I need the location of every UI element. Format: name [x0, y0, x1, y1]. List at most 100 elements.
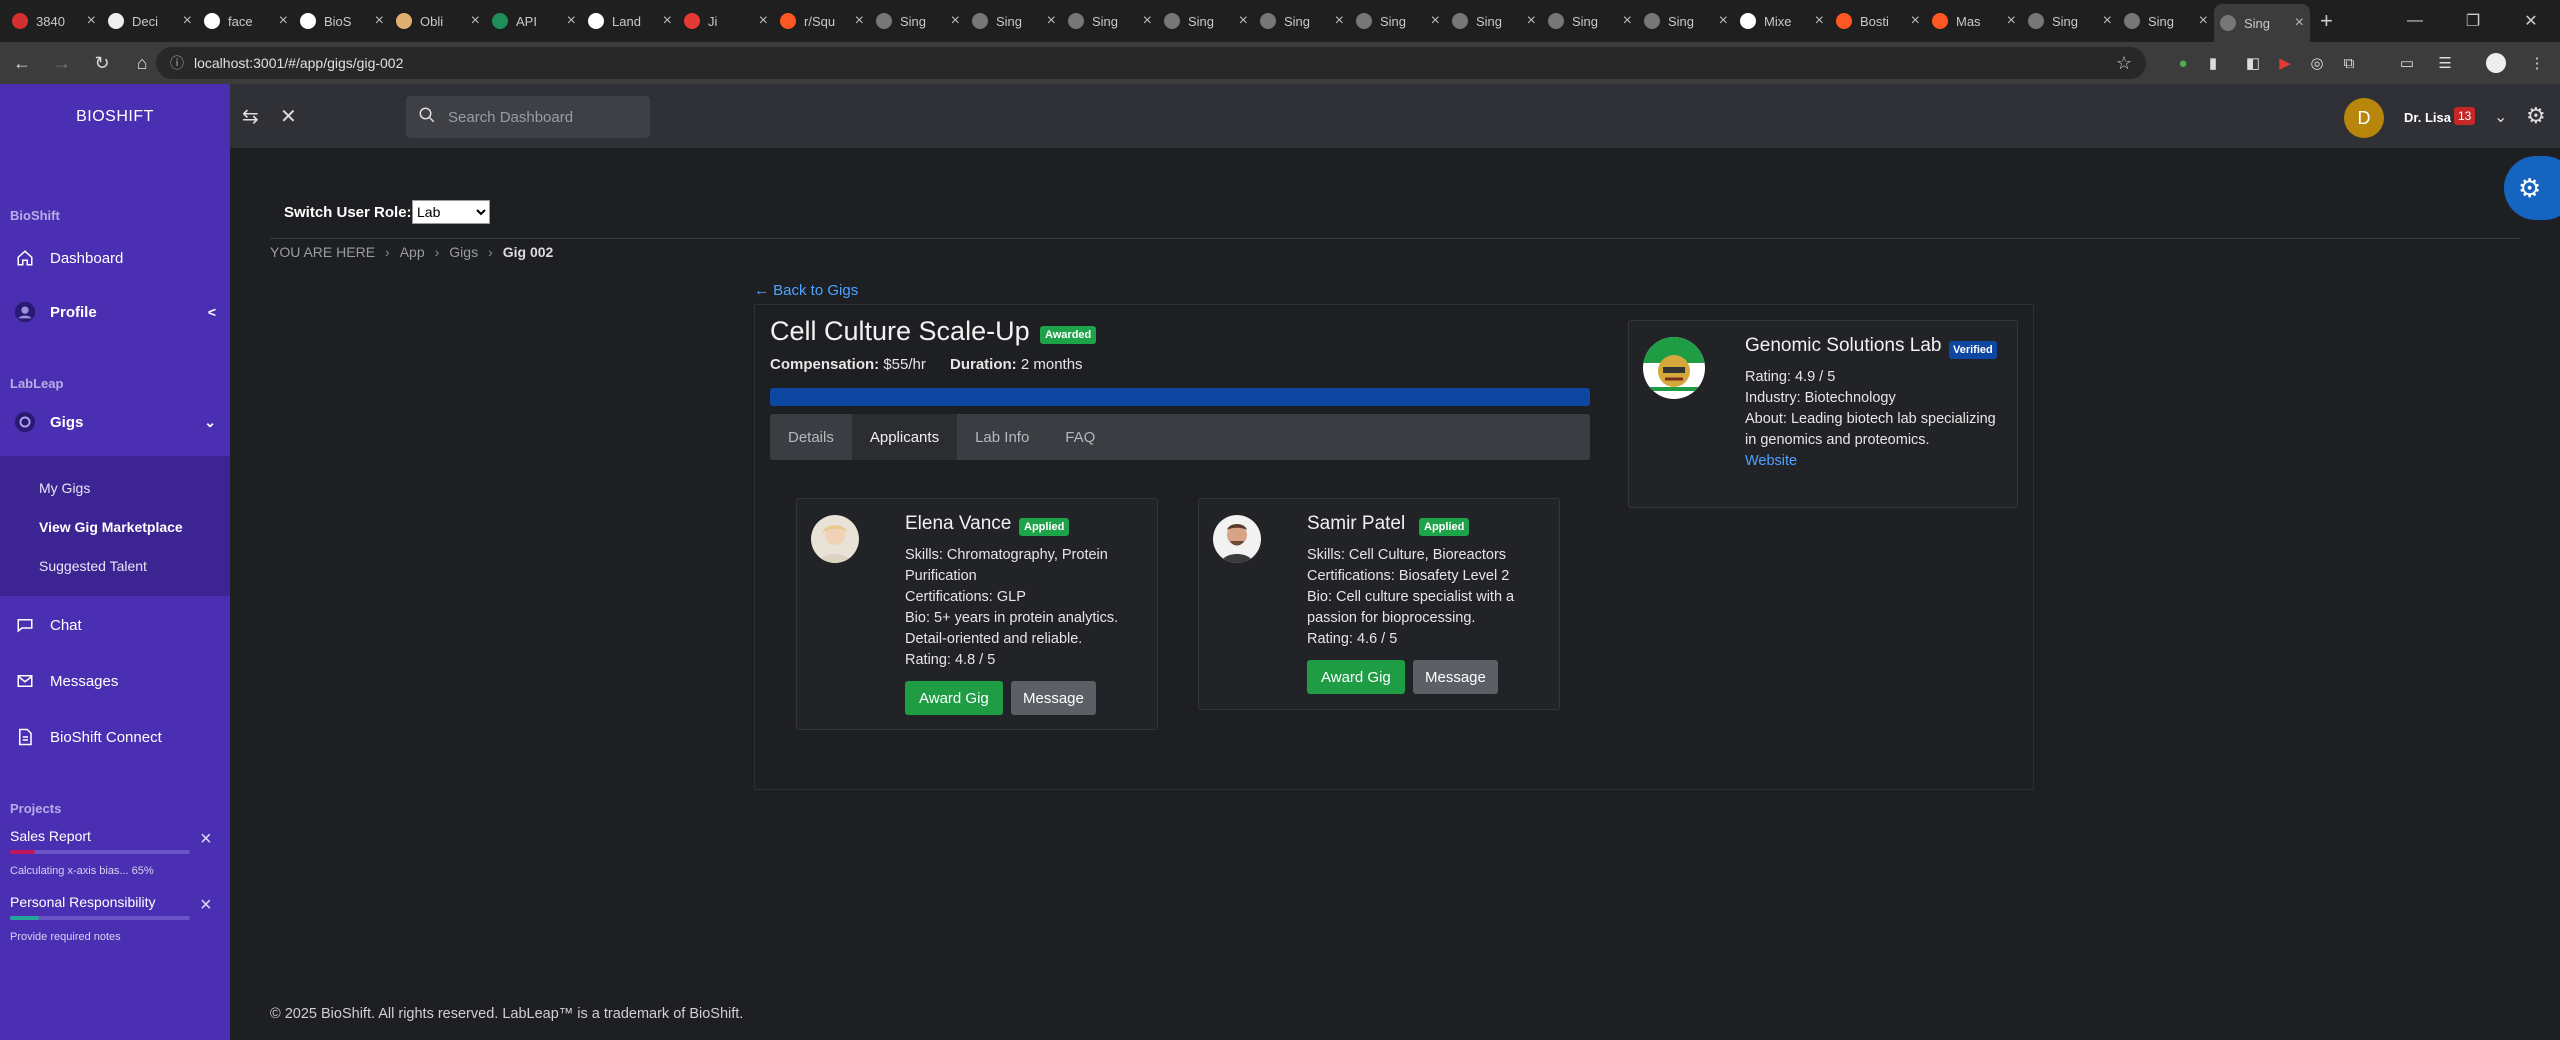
close-tab-icon[interactable]: × [375, 12, 384, 30]
extension-icon[interactable]: ◎ [2304, 50, 2330, 76]
close-tab-icon[interactable]: × [2295, 14, 2304, 32]
browser-tab[interactable]: Obli × [390, 4, 486, 38]
browser-tab[interactable]: Sing × [1542, 4, 1638, 38]
browser-tab[interactable]: Sing × [2214, 4, 2310, 42]
browser-tab[interactable]: Sing × [1638, 4, 1734, 38]
close-tab-icon[interactable]: × [1047, 12, 1056, 30]
browser-tab[interactable]: Land × [582, 4, 678, 38]
sidebar-subitem-suggested-talent[interactable]: Suggested Talent [39, 558, 147, 574]
browser-tab[interactable]: Sing × [870, 4, 966, 38]
browser-tab[interactable]: r/Squ × [774, 4, 870, 38]
browser-tab[interactable]: Ji × [678, 4, 774, 38]
minimize-icon[interactable]: — [2386, 0, 2444, 42]
gear-icon[interactable]: ⚙ [2526, 103, 2546, 129]
close-tab-icon[interactable]: × [2007, 12, 2016, 30]
tab-lab-info[interactable]: Lab Info [957, 414, 1047, 460]
browser-tab[interactable]: face × [198, 4, 294, 38]
new-tab-icon[interactable]: + [2320, 8, 2333, 34]
extension-icon[interactable]: ◧ [2240, 50, 2266, 76]
back-to-gigs-link[interactable]: ← Back to Gigs [754, 282, 858, 299]
tab-faq[interactable]: FAQ [1047, 414, 1113, 460]
close-tab-icon[interactable]: × [1335, 12, 1344, 30]
close-tab-icon[interactable]: × [1143, 12, 1152, 30]
reading-list-icon[interactable]: ☰ [2432, 50, 2458, 76]
reload-icon[interactable]: ↻ [84, 45, 120, 81]
browser-tab[interactable]: Sing × [1350, 4, 1446, 38]
browser-tab[interactable]: Sing × [966, 4, 1062, 38]
close-tab-icon[interactable]: × [567, 12, 576, 30]
project-title[interactable]: Personal Responsibility [10, 894, 156, 910]
swap-arrows-icon[interactable]: ⇆ [242, 104, 259, 129]
chevron-down-icon[interactable]: ⌄ [2494, 107, 2507, 127]
tab-details[interactable]: Details [770, 414, 852, 460]
browser-tab[interactable]: Sing × [1254, 4, 1350, 38]
close-tab-icon[interactable]: × [663, 12, 672, 30]
close-tab-icon[interactable]: × [2199, 12, 2208, 30]
browser-tab[interactable]: API × [486, 4, 582, 38]
extension-icon[interactable]: ● [2170, 50, 2196, 76]
browser-tab[interactable]: Mixe × [1734, 4, 1830, 38]
close-tab-icon[interactable]: × [1623, 12, 1632, 30]
browser-tab[interactable]: Bosti × [1830, 4, 1926, 38]
close-window-icon[interactable]: ✕ [2502, 0, 2560, 42]
lab-website-link[interactable]: Website [1745, 451, 2005, 472]
brand-logo[interactable]: BIOSHIFT [0, 108, 230, 126]
browser-tab[interactable]: Sing × [2022, 4, 2118, 38]
close-icon[interactable]: × [200, 894, 212, 917]
close-tab-icon[interactable]: × [2103, 12, 2112, 30]
close-tab-icon[interactable]: × [471, 12, 480, 30]
profile-icon[interactable] [2486, 53, 2506, 73]
message-button[interactable]: Message [1413, 660, 1498, 694]
browser-tab[interactable]: Mas × [1926, 4, 2022, 38]
close-tab-icon[interactable]: × [1239, 12, 1248, 30]
user-name[interactable]: Dr. Lisa [2404, 110, 2451, 125]
search-input[interactable]: Search Dashboard [406, 96, 650, 138]
browser-tab[interactable]: BioS × [294, 4, 390, 38]
close-tab-icon[interactable]: × [1719, 12, 1728, 30]
close-icon[interactable]: × [200, 828, 212, 851]
notification-badge[interactable]: 13 [2454, 107, 2476, 125]
sidebar-subitem-my-gigs[interactable]: My Gigs [39, 480, 90, 496]
close-tab-icon[interactable]: × [759, 12, 768, 30]
award-gig-button[interactable]: Award Gig [905, 681, 1003, 715]
bookmark-star-icon[interactable]: ☆ [2116, 53, 2132, 74]
menu-dots-icon[interactable]: ⋮ [2524, 50, 2550, 76]
sidebar-item-profile[interactable]: Profile < [0, 292, 230, 332]
close-tab-icon[interactable]: × [855, 12, 864, 30]
close-tab-icon[interactable]: × [279, 12, 288, 30]
site-info-icon[interactable]: ⓘ [170, 53, 184, 73]
media-icon[interactable]: ▭ [2394, 50, 2420, 76]
close-tab-icon[interactable]: × [951, 12, 960, 30]
extension-icon[interactable]: ▮ [2200, 50, 2226, 76]
sidebar-item-chat[interactable]: Chat [0, 605, 230, 645]
sidebar-item-dashboard[interactable]: Dashboard [0, 238, 230, 278]
settings-gears-icon[interactable]: ⚙ [2504, 156, 2560, 220]
back-arrow-icon[interactable]: ← [4, 45, 40, 81]
puzzle-icon[interactable]: ⧉ [2336, 50, 2362, 76]
browser-tab[interactable]: Sing × [1158, 4, 1254, 38]
avatar[interactable]: D [2344, 98, 2384, 138]
close-tab-icon[interactable]: × [1431, 12, 1440, 30]
project-title[interactable]: Sales Report [10, 828, 91, 844]
sidebar-item-gigs[interactable]: Gigs ⌄ [0, 402, 230, 442]
sidebar-item-bioshift-connect[interactable]: BioShift Connect [0, 717, 230, 757]
forward-arrow-icon[interactable]: → [44, 45, 80, 81]
close-tab-icon[interactable]: × [183, 12, 192, 30]
youtube-extension-icon[interactable]: ▶ [2272, 50, 2298, 76]
award-gig-button[interactable]: Award Gig [1307, 660, 1405, 694]
close-tab-icon[interactable]: × [1527, 12, 1536, 30]
close-tab-icon[interactable]: × [87, 12, 96, 30]
browser-tab[interactable]: Deci × [102, 4, 198, 38]
restore-icon[interactable]: ❐ [2444, 0, 2502, 42]
browser-tab[interactable]: 3840 × [6, 4, 102, 38]
sidebar-item-messages[interactable]: Messages [0, 661, 230, 701]
sidebar-subitem-view-marketplace[interactable]: View Gig Marketplace [39, 519, 183, 535]
url-field[interactable]: ⓘ localhost:3001/#/app/gigs/gig-002 ☆ [156, 47, 2146, 79]
home-icon[interactable]: ⌂ [124, 45, 160, 81]
close-tab-icon[interactable]: × [1911, 12, 1920, 30]
browser-tab[interactable]: Sing × [1062, 4, 1158, 38]
browser-tab[interactable]: Sing × [2118, 4, 2214, 38]
close-icon[interactable]: ✕ [280, 104, 297, 129]
browser-tab[interactable]: Sing × [1446, 4, 1542, 38]
close-tab-icon[interactable]: × [1815, 12, 1824, 30]
